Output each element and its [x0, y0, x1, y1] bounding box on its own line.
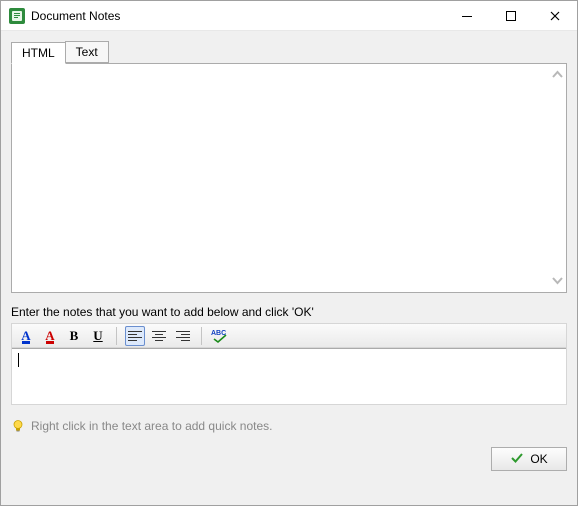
window-buttons [445, 1, 577, 30]
minimize-button[interactable] [445, 1, 489, 30]
maximize-button[interactable] [489, 1, 533, 30]
hint-row: Right click in the text area to add quic… [11, 419, 567, 433]
spellcheck-button[interactable]: ABC [210, 326, 230, 346]
scroll-down-icon[interactable] [549, 272, 566, 289]
highlight-color-button[interactable]: A [16, 326, 36, 346]
tabstrip: HTML Text [11, 41, 567, 63]
editor-frame: A A B U [11, 323, 567, 405]
text-caret [18, 353, 19, 367]
editor-toolbar: A A B U [12, 324, 566, 348]
align-center-button[interactable] [149, 326, 169, 346]
vertical-scrollbar[interactable] [549, 64, 566, 292]
toolbar-separator [116, 327, 117, 345]
prompt-label: Enter the notes that you want to add bel… [11, 305, 567, 319]
check-icon [510, 451, 524, 468]
hint-text: Right click in the text area to add quic… [31, 419, 272, 433]
ok-button[interactable]: OK [491, 447, 567, 471]
ok-button-label: OK [530, 452, 547, 466]
dialog-buttons: OK [11, 447, 567, 471]
app-icon [9, 8, 25, 24]
tab-html[interactable]: HTML [11, 42, 66, 64]
close-button[interactable] [533, 1, 577, 30]
toolbar-separator [201, 327, 202, 345]
notes-viewer[interactable] [11, 63, 567, 293]
tab-text[interactable]: Text [65, 41, 109, 63]
lightbulb-icon [11, 419, 25, 433]
titlebar: Document Notes [1, 1, 577, 31]
align-left-button[interactable] [125, 326, 145, 346]
scroll-up-icon[interactable] [549, 67, 566, 84]
notes-input[interactable] [12, 348, 566, 404]
font-color-button[interactable]: A [40, 326, 60, 346]
underline-button[interactable]: U [88, 326, 108, 346]
window-title: Document Notes [31, 9, 445, 23]
bold-button[interactable]: B [64, 326, 84, 346]
client-area: HTML Text Enter the notes that you want … [1, 31, 577, 505]
align-right-button[interactable] [173, 326, 193, 346]
